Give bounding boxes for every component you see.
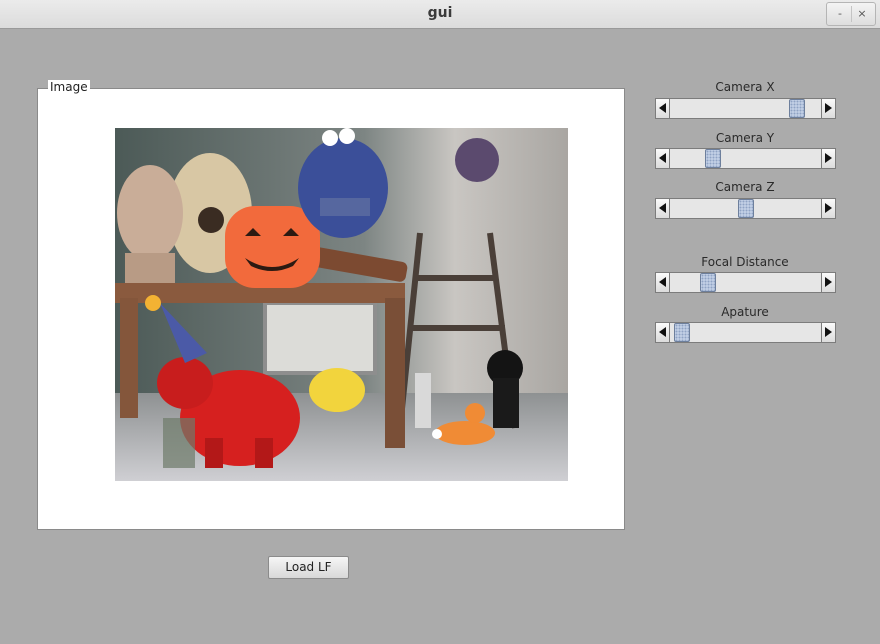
- camera-x-slider[interactable]: [655, 98, 836, 119]
- focal-distance-label: Focal Distance: [701, 255, 789, 269]
- focal-distance-slider[interactable]: [655, 272, 836, 293]
- statue-bust: [117, 165, 183, 283]
- camera-z-label: Camera Z: [715, 180, 775, 194]
- image-panel-legend: Image: [48, 80, 90, 94]
- decrement-arrow-icon[interactable]: [656, 149, 670, 168]
- slider-thumb[interactable]: [674, 323, 691, 342]
- camera-z-slider[interactable]: [655, 198, 836, 219]
- slider-thumb[interactable]: [705, 149, 722, 168]
- chess-piece: [415, 373, 431, 428]
- slider-thumb[interactable]: [737, 199, 754, 218]
- apature-label: Apature: [721, 305, 769, 319]
- glass-jar: [163, 418, 195, 468]
- light-field-image: [115, 128, 568, 481]
- slider-thumb[interactable]: [699, 273, 716, 292]
- window-title: gui: [427, 5, 453, 21]
- increment-arrow-icon[interactable]: [821, 323, 835, 342]
- increment-arrow-icon[interactable]: [821, 99, 835, 118]
- window-controls: - ×: [826, 2, 876, 26]
- increment-arrow-icon[interactable]: [821, 149, 835, 168]
- title-bar: gui - ×: [0, 0, 880, 29]
- pumpkin: [225, 206, 320, 288]
- increment-arrow-icon[interactable]: [821, 273, 835, 292]
- decrement-arrow-icon[interactable]: [656, 199, 670, 218]
- camera-x-label: Camera X: [715, 80, 775, 94]
- picture-frame: [263, 301, 377, 375]
- camera-y-label: Camera Y: [715, 131, 775, 145]
- slider-thumb[interactable]: [788, 99, 805, 118]
- minimize-button[interactable]: -: [829, 5, 851, 23]
- decrement-arrow-icon[interactable]: [656, 99, 670, 118]
- decrement-arrow-icon[interactable]: [656, 273, 670, 292]
- apature-slider[interactable]: [655, 322, 836, 343]
- increment-arrow-icon[interactable]: [821, 199, 835, 218]
- load-lf-button[interactable]: Load LF: [268, 556, 349, 579]
- close-button[interactable]: ×: [851, 5, 873, 23]
- decrement-arrow-icon[interactable]: [656, 323, 670, 342]
- wall-ornament: [455, 138, 499, 182]
- camera-y-slider[interactable]: [655, 148, 836, 169]
- yellow-toy: [309, 368, 365, 412]
